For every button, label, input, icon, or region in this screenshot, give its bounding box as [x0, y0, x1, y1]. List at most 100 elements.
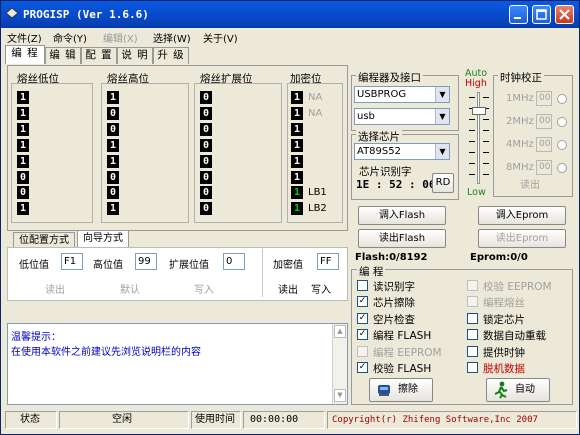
read-id-button[interactable]: RD: [432, 173, 454, 193]
fuse-bit-high-2[interactable]: 0: [107, 122, 119, 136]
program-left-checkbox-3[interactable]: ✓: [357, 329, 368, 341]
program-right-checkbox-4[interactable]: [467, 345, 478, 357]
fuse-bit-high-6[interactable]: 0: [107, 186, 119, 200]
fuse-bit-low-2[interactable]: 1: [17, 122, 29, 136]
clock-value-field[interactable]: 00: [536, 160, 552, 175]
fuse-bit-lock-7[interactable]: 1: [291, 202, 303, 216]
fuse-bit-lock-3[interactable]: 1: [291, 138, 303, 152]
fuse-bit-high-3[interactable]: 1: [107, 138, 119, 152]
fuse-bit-lock-1[interactable]: 1: [291, 106, 303, 120]
menu-command[interactable]: 命令(Y): [53, 30, 87, 45]
fuse-bit-ext-7[interactable]: 0: [200, 202, 212, 216]
program-right-checkbox-5[interactable]: [467, 362, 478, 373]
lock-write-button[interactable]: 写入: [311, 281, 331, 296]
program-right-checkbox-1[interactable]: [467, 296, 478, 308]
clock-read-button[interactable]: 读出: [520, 176, 540, 191]
load-eprom-button[interactable]: 调入Eprom: [478, 206, 566, 225]
fuse-read-button[interactable]: 读出: [45, 281, 65, 296]
clock-radio[interactable]: [557, 94, 567, 104]
lock-bit-label-7: LB2: [308, 203, 327, 215]
clock-freq-label: 2MHz: [506, 116, 534, 127]
message-box[interactable]: 温馨提示： 在使用本软件之前建议先浏览说明栏的内容 ▲ ▼: [7, 323, 348, 405]
clock-radio[interactable]: [557, 117, 567, 127]
fuse-bit-lock-0[interactable]: 1: [291, 91, 303, 104]
clock-value-field[interactable]: 00: [536, 114, 552, 129]
fuse-bit-ext-3[interactable]: 0: [200, 138, 212, 152]
auto-button[interactable]: 自动: [486, 378, 550, 402]
clock-radio[interactable]: [557, 140, 567, 150]
speed-slider-track[interactable]: [477, 92, 480, 184]
fuse-write-button[interactable]: 写入: [194, 281, 214, 296]
clock-value-field[interactable]: 00: [536, 91, 552, 106]
read-flash-button[interactable]: 读出Flash: [358, 229, 446, 248]
fuse-bit-ext-5[interactable]: 0: [200, 170, 212, 184]
program-left-checkbox-1[interactable]: ✓: [357, 296, 368, 308]
fuse-bit-ext-4[interactable]: 0: [200, 154, 212, 168]
chevron-down-icon[interactable]: ▼: [435, 87, 449, 102]
program-right-checkbox-0[interactable]: [467, 280, 478, 291]
chevron-down-icon[interactable]: ▼: [435, 144, 449, 159]
chevron-down-icon[interactable]: ▼: [435, 109, 449, 124]
menu-about[interactable]: 关于(V): [203, 30, 238, 45]
program-left-checkbox-4[interactable]: [357, 345, 368, 357]
programmer-select[interactable]: USBPROG ▼: [354, 86, 450, 103]
erase-button[interactable]: 擦除: [369, 378, 433, 402]
tab-program[interactable]: 编 程: [5, 45, 45, 64]
fuse-bit-low-0[interactable]: 1: [17, 91, 29, 104]
fuse-bit-low-5[interactable]: 0: [17, 170, 29, 184]
clock-freq-label: 4MHz: [506, 139, 534, 150]
clock-value-field[interactable]: 00: [536, 137, 552, 152]
fuse-bit-ext-1[interactable]: 0: [200, 106, 212, 120]
fuse-bit-low-4[interactable]: 1: [17, 154, 29, 168]
clock-radio[interactable]: [557, 163, 567, 173]
tab-edit[interactable]: 编 辑: [45, 47, 81, 64]
ext-value-field[interactable]: 0: [223, 253, 245, 270]
high-value-field[interactable]: 99: [135, 253, 157, 270]
program-right-checkbox-3[interactable]: [467, 329, 478, 341]
port-select[interactable]: usb ▼: [354, 108, 450, 125]
fuse-bit-lock-6[interactable]: 1: [291, 186, 303, 200]
fuse-bit-lock-2[interactable]: 1: [291, 122, 303, 136]
fuse-bit-low-3[interactable]: 1: [17, 138, 29, 152]
program-right-checkbox-2[interactable]: [467, 312, 478, 324]
fuse-bit-low-6[interactable]: 0: [17, 186, 29, 200]
fuse-bit-low-1[interactable]: 1: [17, 106, 29, 120]
message-scrollbar[interactable]: ▲ ▼: [332, 324, 347, 404]
lock-value-field[interactable]: FF: [317, 253, 339, 270]
fuse-bit-high-1[interactable]: 0: [107, 106, 119, 120]
program-left-label-1: 芯片擦除: [373, 297, 415, 310]
fuse-bit-high-0[interactable]: 1: [107, 91, 119, 104]
menu-edit[interactable]: 编辑(X): [103, 30, 138, 45]
tab-upgrade[interactable]: 升 级: [153, 47, 189, 64]
speed-slider-thumb[interactable]: [472, 107, 486, 115]
auto-label: 自动: [515, 384, 535, 395]
minimize-icon[interactable]: [509, 5, 528, 24]
scroll-up-icon[interactable]: ▲: [334, 325, 346, 338]
scroll-down-icon[interactable]: ▼: [334, 389, 346, 402]
lock-read-button[interactable]: 读出: [278, 281, 298, 296]
fuse-default-button[interactable]: 默认: [120, 281, 140, 296]
fuse-bit-ext-0[interactable]: 0: [200, 91, 212, 104]
program-left-checkbox-0[interactable]: [357, 280, 368, 291]
close-icon[interactable]: [555, 5, 574, 24]
program-left-checkbox-5[interactable]: ✓: [357, 362, 368, 373]
read-eprom-button[interactable]: 读出Eprom: [478, 229, 566, 248]
fuse-bit-lock-4[interactable]: 1: [291, 154, 303, 168]
fuse-bit-low-7[interactable]: 1: [17, 202, 29, 216]
fuse-bit-lock-5[interactable]: 1: [291, 170, 303, 184]
fuse-bit-high-5[interactable]: 0: [107, 170, 119, 184]
fuse-bit-high-7[interactable]: 1: [107, 202, 119, 216]
fuse-bit-ext-2[interactable]: 0: [200, 122, 212, 136]
fuse-bit-ext-6[interactable]: 0: [200, 186, 212, 200]
title-bar[interactable]: PROGISP (Ver 1.6.6): [1, 1, 579, 28]
tab-help[interactable]: 说 明: [117, 47, 153, 64]
chip-select[interactable]: AT89S52 ▼: [354, 143, 450, 160]
fuse-bit-high-4[interactable]: 1: [107, 154, 119, 168]
maximize-icon[interactable]: [532, 5, 551, 24]
menu-select[interactable]: 选择(W): [153, 30, 191, 45]
load-flash-button[interactable]: 调入Flash: [358, 206, 446, 225]
low-value-field[interactable]: F1: [61, 253, 83, 270]
menu-file[interactable]: 文件(Z): [7, 30, 42, 45]
program-left-checkbox-2[interactable]: ✓: [357, 312, 368, 324]
tab-config[interactable]: 配 置: [81, 47, 117, 64]
